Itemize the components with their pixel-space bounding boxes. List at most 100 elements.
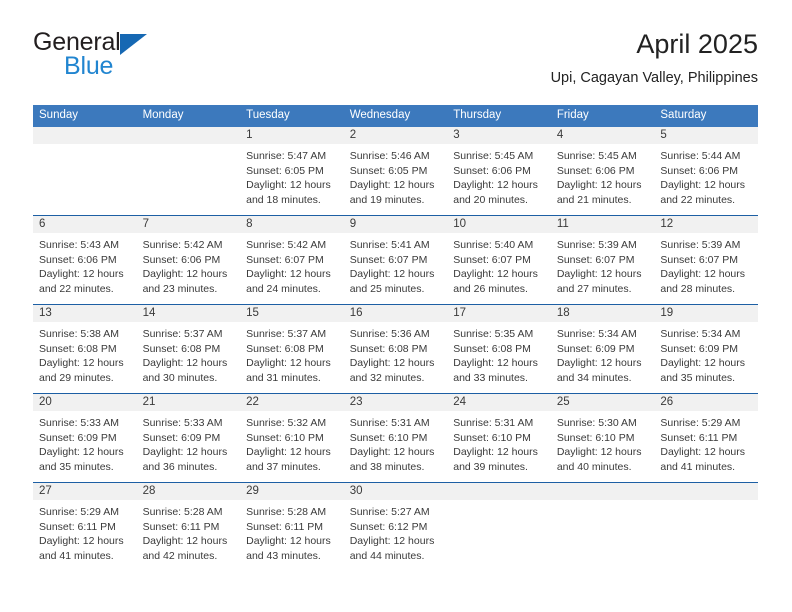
calendar-day-cell[interactable]: 14 Sunrise: 5:37 AM Sunset: 6:08 PM Dayligh… (136, 304, 241, 394)
sunrise-text: Sunrise: 5:36 AM (349, 328, 430, 340)
day-number: 3 (447, 127, 551, 144)
weekday-header-saturday: Saturday (654, 105, 758, 127)
calendar-day-cell[interactable]: 29 Sunrise: 5:28 AM Sunset: 6:11 PM Dayligh… (240, 482, 344, 571)
day-cell-inner: 14 Sunrise: 5:37 AM Sunset: 6:08 PM Dayligh… (136, 305, 241, 393)
daylight-text: Daylight: 12 hours and 27 minutes. (556, 268, 642, 295)
weekday-header-row: Sunday Monday Tuesday Wednesday Thursday Frid… (33, 105, 758, 127)
sunset-text: Sunset: 6:05 PM (246, 164, 324, 177)
day-details: Sunrise: 5:38 AM Sunset: 6:08 PM Daylight:… (33, 322, 137, 385)
page-subtitle: Upi, Cagayan Valley, Philippines (550, 70, 758, 86)
calendar-day-cell[interactable]: 16 Sunrise: 5:36 AM Sunset: 6:08 PM Dayligh… (343, 304, 448, 394)
sunrise-text: Sunrise: 5:29 AM (39, 506, 119, 518)
day-number: 28 (136, 483, 241, 500)
calendar-day-cell[interactable]: 11 Sunrise: 5:39 AM Sunset: 6:07 PM Dayligh… (550, 215, 655, 305)
day-details: Sunrise: 5:30 AM Sunset: 6:10 PM Daylight:… (551, 411, 655, 474)
daylight-text: Daylight: 12 hours and 25 minutes. (349, 268, 435, 295)
daylight-text: Daylight: 12 hours and 24 minutes. (246, 268, 331, 295)
day-cell-inner: 11 Sunrise: 5:39 AM Sunset: 6:07 PM Dayligh… (550, 216, 655, 304)
calendar-table: Sunday Monday Tuesday Wednesday Thursday Frid… (33, 105, 758, 571)
day-details: Sunrise: 5:37 AM Sunset: 6:08 PM Daylight:… (137, 322, 241, 385)
calendar-cell-empty (136, 127, 241, 216)
day-number: 20 (33, 394, 137, 411)
day-cell-inner: 30 Sunrise: 5:27 AM Sunset: 6:12 PM Dayligh… (343, 483, 448, 571)
calendar-day-cell[interactable]: 21 Sunrise: 5:33 AM Sunset: 6:09 PM Dayligh… (136, 393, 241, 483)
calendar-day-cell[interactable]: 18 Sunrise: 5:34 AM Sunset: 6:09 PM Dayligh… (550, 304, 655, 394)
daylight-text: Daylight: 12 hours and 41 minutes. (660, 446, 746, 473)
calendar-day-cell[interactable]: 26 Sunrise: 5:29 AM Sunset: 6:11 PM Dayligh… (654, 393, 758, 483)
calendar-week-row: 27 Sunrise: 5:29 AM Sunset: 6:11 PM Dayligh… (33, 482, 758, 571)
weekday-header-tuesday: Tuesday (240, 105, 344, 127)
sunrise-text: Sunrise: 5:39 AM (556, 239, 637, 251)
calendar-day-cell[interactable]: 13 Sunrise: 5:38 AM Sunset: 6:08 PM Dayligh… (33, 304, 137, 394)
day-cell-inner: 21 Sunrise: 5:33 AM Sunset: 6:09 PM Dayligh… (136, 394, 241, 482)
day-details: Sunrise: 5:34 AM Sunset: 6:09 PM Daylight:… (551, 322, 655, 385)
logo-general-blue[interactable]: General Blue (33, 28, 233, 88)
calendar-day-cell[interactable]: 19 Sunrise: 5:34 AM Sunset: 6:09 PM Dayligh… (654, 304, 758, 394)
triangle-icon (119, 34, 147, 55)
day-number: 25 (550, 394, 655, 411)
calendar-day-cell[interactable]: 3 Sunrise: 5:45 AM Sunset: 6:06 PM Daylight… (447, 127, 551, 216)
calendar-day-cell[interactable]: 8 Sunrise: 5:42 AM Sunset: 6:07 PM Daylight… (240, 215, 344, 305)
calendar-week-row: 20 Sunrise: 5:33 AM Sunset: 6:09 PM Dayligh… (33, 393, 758, 483)
calendar-day-cell[interactable]: 27 Sunrise: 5:29 AM Sunset: 6:11 PM Dayligh… (33, 482, 137, 571)
calendar-day-cell[interactable]: 15 Sunrise: 5:37 AM Sunset: 6:08 PM Dayligh… (240, 304, 344, 394)
calendar-cell-empty (654, 482, 758, 571)
daylight-text: Daylight: 12 hours and 40 minutes. (556, 446, 642, 473)
sunrise-text: Sunrise: 5:44 AM (660, 150, 741, 162)
sunrise-text: Sunrise: 5:28 AM (142, 506, 223, 518)
day-cell-inner: 28 Sunrise: 5:28 AM Sunset: 6:11 PM Dayligh… (136, 483, 241, 571)
calendar-day-cell[interactable]: 1 Sunrise: 5:47 AM Sunset: 6:05 PM Daylight… (240, 127, 344, 216)
day-cell-inner: 7 Sunrise: 5:42 AM Sunset: 6:06 PM Daylight… (136, 216, 241, 304)
day-number: 8 (240, 216, 344, 233)
sunrise-text: Sunrise: 5:38 AM (39, 328, 119, 340)
calendar-day-cell[interactable]: 2 Sunrise: 5:46 AM Sunset: 6:05 PM Daylight… (343, 127, 448, 216)
day-number: 9 (343, 216, 448, 233)
calendar-day-cell[interactable]: 25 Sunrise: 5:30 AM Sunset: 6:10 PM Dayligh… (550, 393, 655, 483)
day-cell-inner (447, 483, 551, 571)
day-number: 29 (240, 483, 344, 500)
day-details: Sunrise: 5:44 AM Sunset: 6:06 PM Daylight:… (654, 144, 758, 207)
calendar-day-cell[interactable]: 4 Sunrise: 5:45 AM Sunset: 6:06 PM Daylight… (550, 127, 655, 216)
sunset-text: Sunset: 6:11 PM (142, 520, 220, 533)
daylight-text: Daylight: 12 hours and 31 minutes. (246, 357, 331, 384)
sunrise-text: Sunrise: 5:37 AM (142, 328, 223, 340)
calendar-day-cell[interactable]: 5 Sunrise: 5:44 AM Sunset: 6:06 PM Daylight… (654, 127, 758, 216)
calendar-day-cell[interactable]: 30 Sunrise: 5:27 AM Sunset: 6:12 PM Dayligh… (343, 482, 448, 571)
calendar-day-cell[interactable]: 24 Sunrise: 5:31 AM Sunset: 6:10 PM Dayligh… (447, 393, 551, 483)
calendar-day-cell[interactable]: 9 Sunrise: 5:41 AM Sunset: 6:07 PM Daylight… (343, 215, 448, 305)
sunrise-text: Sunrise: 5:33 AM (39, 417, 119, 429)
calendar-day-cell[interactable]: 6 Sunrise: 5:43 AM Sunset: 6:06 PM Daylight… (33, 215, 137, 305)
sunset-text: Sunset: 6:09 PM (556, 342, 635, 355)
sunset-text: Sunset: 6:09 PM (660, 342, 739, 355)
calendar-day-cell[interactable]: 12 Sunrise: 5:39 AM Sunset: 6:07 PM Dayligh… (654, 215, 758, 305)
calendar-day-cell[interactable]: 20 Sunrise: 5:33 AM Sunset: 6:09 PM Dayligh… (33, 393, 137, 483)
calendar-day-cell[interactable]: 23 Sunrise: 5:31 AM Sunset: 6:10 PM Dayligh… (343, 393, 448, 483)
daylight-text: Daylight: 12 hours and 37 minutes. (246, 446, 331, 473)
sunset-text: Sunset: 6:09 PM (142, 431, 221, 444)
day-details: Sunrise: 5:33 AM Sunset: 6:09 PM Daylight:… (33, 411, 137, 474)
sunrise-text: Sunrise: 5:40 AM (453, 239, 534, 251)
day-number (550, 483, 655, 500)
sunset-text: Sunset: 6:07 PM (660, 253, 739, 266)
sunset-text: Sunset: 6:07 PM (453, 253, 531, 266)
page-title: April 2025 (636, 29, 758, 59)
day-details: Sunrise: 5:35 AM Sunset: 6:08 PM Daylight:… (447, 322, 551, 385)
calendar-day-cell[interactable]: 22 Sunrise: 5:32 AM Sunset: 6:10 PM Dayligh… (240, 393, 344, 483)
sunset-text: Sunset: 6:08 PM (142, 342, 221, 355)
calendar-page: General Blue April 2025 Upi, Cagayan Val… (0, 0, 792, 612)
day-details: Sunrise: 5:37 AM Sunset: 6:08 PM Daylight:… (240, 322, 344, 385)
day-number (136, 127, 241, 144)
sunset-text: Sunset: 6:07 PM (349, 253, 428, 266)
day-number: 15 (240, 305, 344, 322)
calendar-day-cell[interactable]: 7 Sunrise: 5:42 AM Sunset: 6:06 PM Daylight… (136, 215, 241, 305)
day-cell-inner: 22 Sunrise: 5:32 AM Sunset: 6:10 PM Dayligh… (240, 394, 344, 482)
day-cell-inner: 24 Sunrise: 5:31 AM Sunset: 6:10 PM Dayligh… (447, 394, 551, 482)
calendar-day-cell[interactable]: 17 Sunrise: 5:35 AM Sunset: 6:08 PM Dayligh… (447, 304, 551, 394)
day-details: Sunrise: 5:39 AM Sunset: 6:07 PM Daylight:… (654, 233, 758, 296)
calendar-day-cell[interactable]: 10 Sunrise: 5:40 AM Sunset: 6:07 PM Dayligh… (447, 215, 551, 305)
calendar-cell-empty (33, 127, 137, 216)
calendar-day-cell[interactable]: 28 Sunrise: 5:28 AM Sunset: 6:11 PM Dayligh… (136, 482, 241, 571)
sunrise-text: Sunrise: 5:41 AM (349, 239, 430, 251)
day-details: Sunrise: 5:27 AM Sunset: 6:12 PM Daylight:… (344, 500, 448, 563)
day-number: 30 (343, 483, 448, 500)
